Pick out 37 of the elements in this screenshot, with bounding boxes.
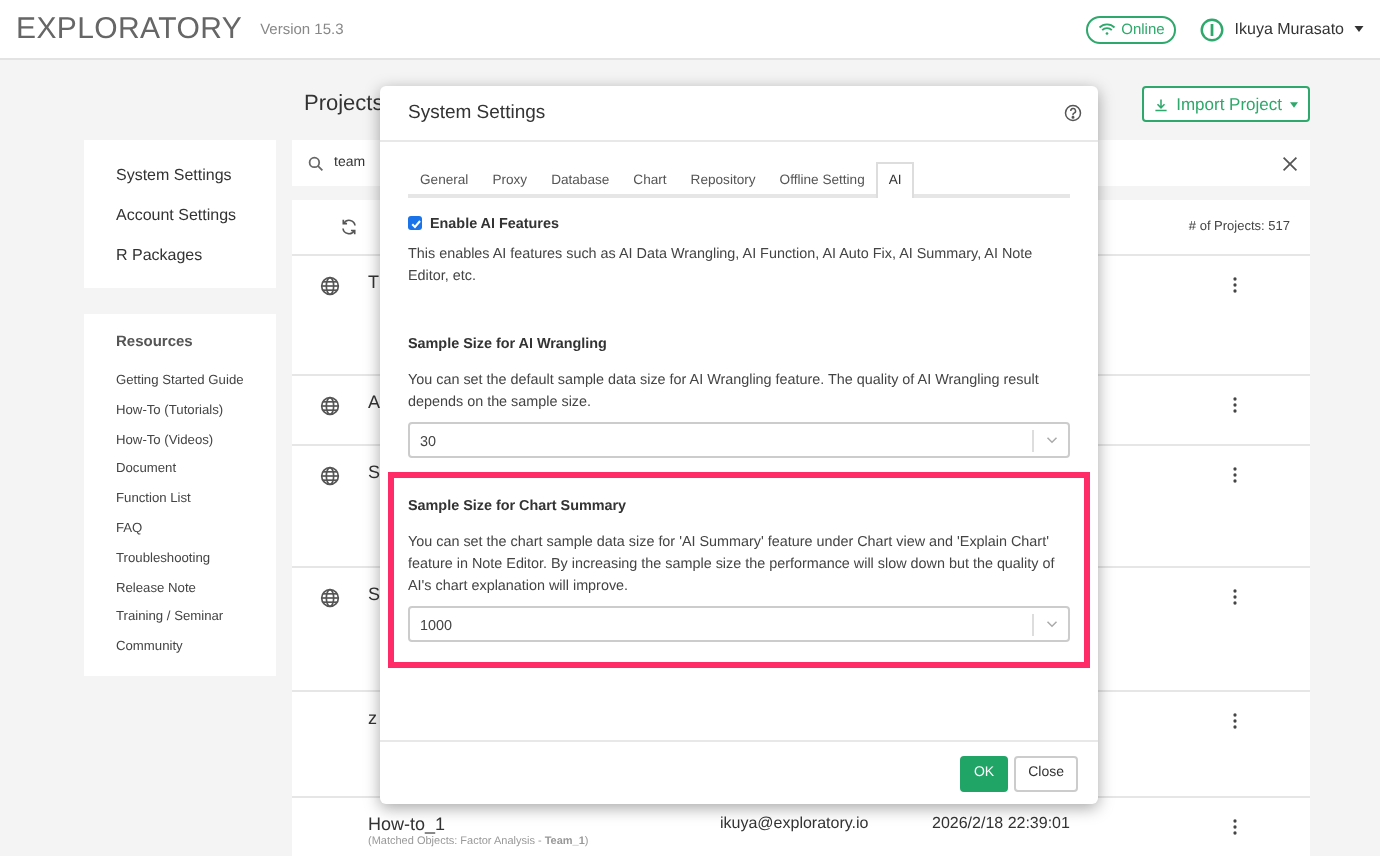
- app-logo: EXPLORATORY: [16, 12, 243, 46]
- more-icon[interactable]: [1232, 584, 1238, 606]
- chevron-down-icon: [1045, 620, 1057, 628]
- project-name[interactable]: z: [368, 708, 377, 728]
- globe-icon: [320, 396, 340, 416]
- project-name[interactable]: A: [368, 392, 381, 412]
- settings-link[interactable]: R Packages: [116, 236, 276, 276]
- close-icon[interactable]: [1282, 155, 1298, 171]
- settings-link[interactable]: Account Settings: [116, 196, 276, 236]
- search-icon: [308, 155, 324, 171]
- refresh-icon[interactable]: [340, 218, 358, 236]
- globe-icon: [320, 276, 340, 296]
- checkbox[interactable]: [408, 216, 422, 230]
- user-menu[interactable]: Ikuya Murasato: [1200, 17, 1364, 41]
- more-icon[interactable]: [1232, 392, 1238, 414]
- caret-icon: [1354, 26, 1364, 32]
- caret-icon: [1290, 101, 1298, 107]
- project-name[interactable]: S: [368, 462, 381, 482]
- project-name[interactable]: How-to_1: [368, 814, 446, 834]
- user-icon: [1200, 17, 1225, 41]
- settings-link[interactable]: System Settings: [116, 156, 276, 196]
- more-icon[interactable]: [1232, 708, 1238, 730]
- wifi-icon: [1097, 22, 1116, 36]
- more-icon[interactable]: [1232, 814, 1238, 836]
- globe-icon: [320, 588, 340, 608]
- chevron-down-icon: [1045, 436, 1057, 444]
- project-name[interactable]: S: [368, 584, 381, 604]
- dialog-title: System Settings: [408, 102, 546, 124]
- globe-icon: [320, 466, 340, 486]
- project-name[interactable]: T: [368, 272, 379, 292]
- download-icon: [1154, 97, 1169, 111]
- more-icon[interactable]: [1232, 462, 1238, 484]
- owner-email: ikuya@exploratory.io: [720, 814, 871, 832]
- more-icon[interactable]: [1232, 272, 1238, 294]
- help-icon[interactable]: [1064, 104, 1082, 122]
- page-title: Projects: [304, 92, 384, 116]
- updated-time: 2026/2/18 22:39:01: [932, 814, 1072, 832]
